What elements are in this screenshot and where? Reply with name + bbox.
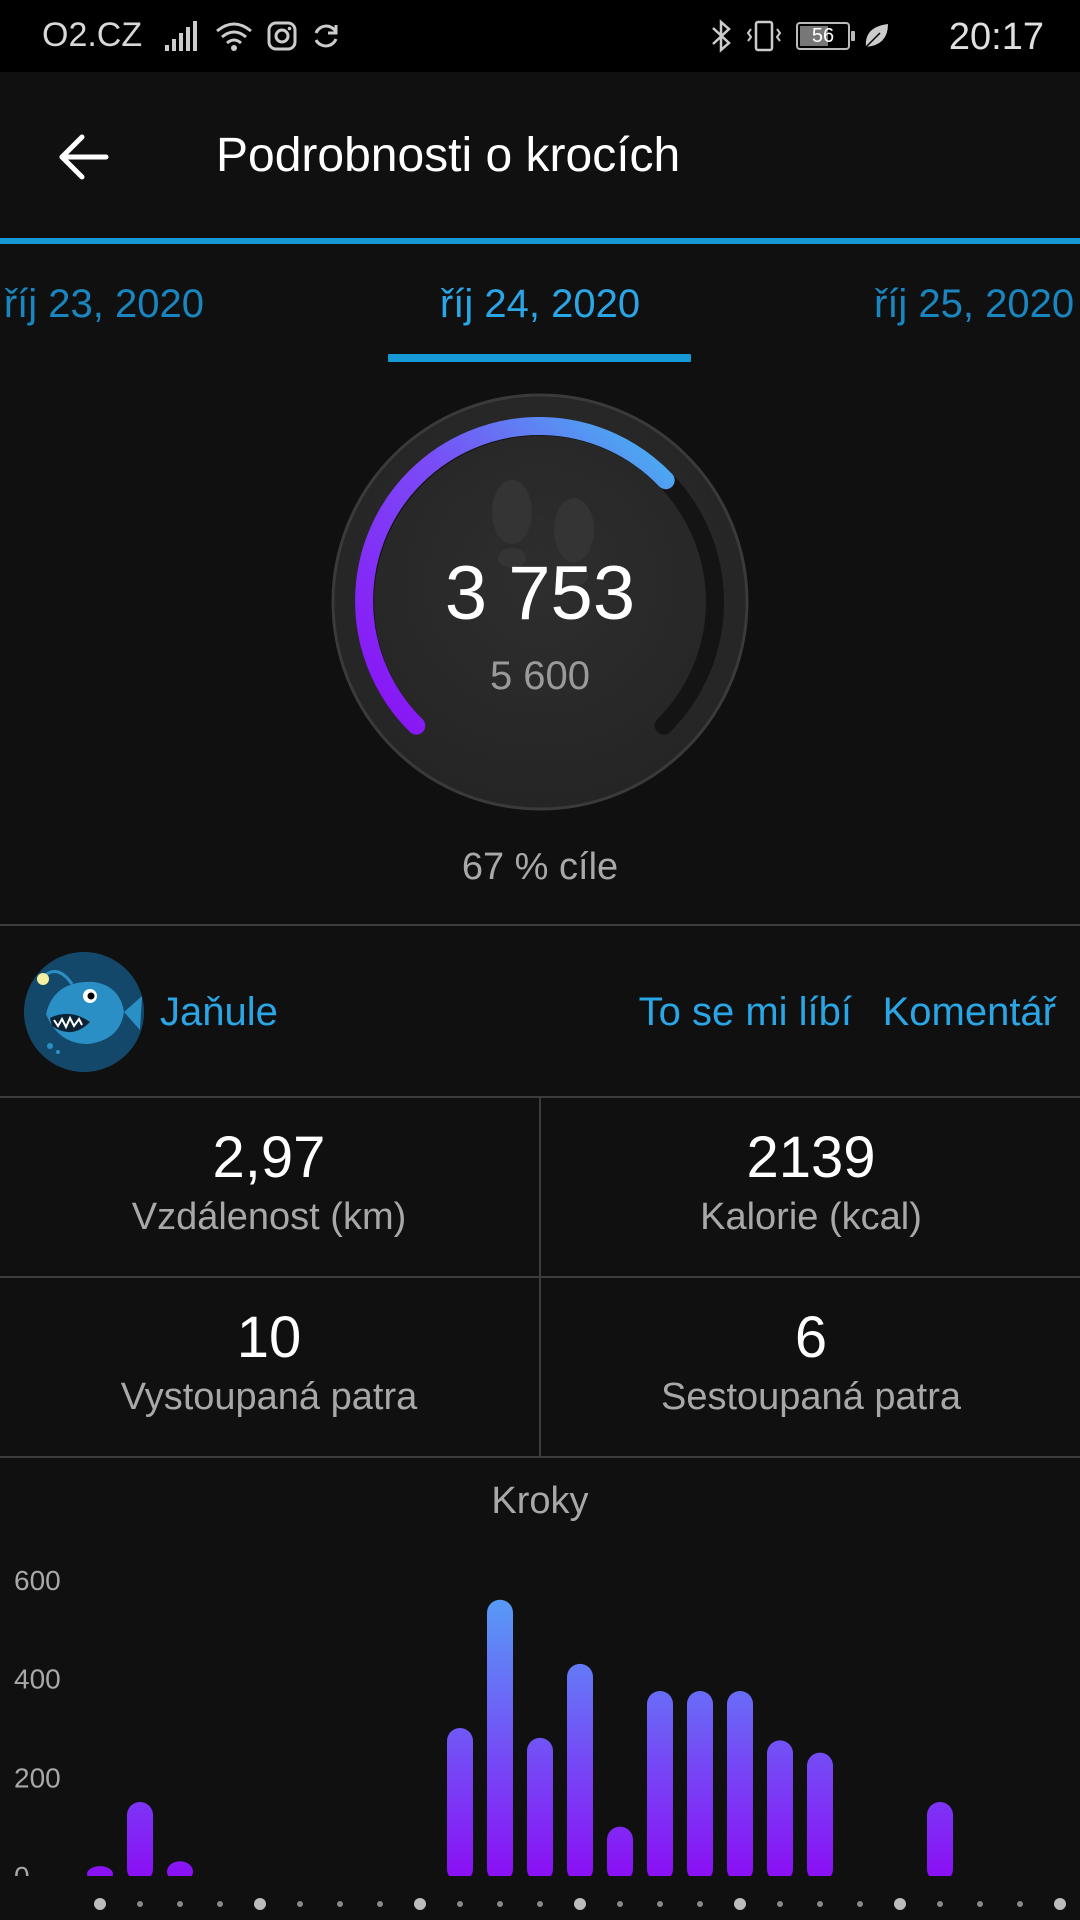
user-name-link[interactable]: Jaňule [160, 990, 278, 1035]
divider [539, 1096, 541, 1458]
bar-hour-21 [927, 1802, 953, 1882]
x-axis-tick [537, 1901, 543, 1907]
stat-label: Vzdálenost (km) [131, 1196, 407, 1238]
instagram-icon [267, 21, 297, 51]
x-axis-tick [857, 1901, 863, 1907]
like-button[interactable]: To se mi líbí [639, 990, 852, 1035]
divider [0, 1456, 1080, 1458]
battery-icon: 56 [796, 22, 855, 50]
x-axis-tick [657, 1901, 663, 1907]
y-tick-label: 600 [14, 1565, 61, 1596]
x-axis-tick [297, 1901, 303, 1907]
stat-floors-climbed: 10 Vystoupaná patra [0, 1306, 538, 1419]
x-axis-tick [137, 1901, 143, 1907]
date-tab-indicator [388, 354, 691, 362]
steps-goal: 5 600 [489, 654, 591, 698]
bar-hour-15 [687, 1691, 713, 1882]
leaf-icon [865, 24, 888, 48]
wifi-icon [216, 22, 252, 51]
bar-hour-9 [447, 1728, 473, 1882]
stat-value: 6 [794, 1305, 828, 1370]
bar-hour-1 [127, 1802, 153, 1882]
stat-floors-descended: 6 Sestoupaná patra [542, 1306, 1080, 1419]
stat-value: 2,97 [212, 1125, 326, 1190]
y-tick-label: 200 [14, 1762, 61, 1793]
bar-hour-11 [527, 1737, 553, 1882]
x-axis-tick [697, 1901, 703, 1907]
x-axis-tick [1017, 1901, 1023, 1907]
stat-value: 10 [236, 1305, 302, 1370]
x-axis-tick [337, 1901, 343, 1907]
sync-icon [314, 24, 338, 48]
avatar[interactable] [24, 952, 144, 1072]
x-axis-tick [574, 1898, 586, 1910]
bar-hour-13 [607, 1826, 633, 1882]
stat-label: Sestoupaná patra [660, 1376, 961, 1418]
bar-hour-18 [807, 1752, 833, 1882]
bluetooth-icon [712, 19, 731, 53]
clock: 20:17 [948, 16, 1044, 58]
signal-icon [165, 21, 197, 51]
app-bar: Podrobnosti o krocích [0, 72, 1080, 240]
x-axis-tick [414, 1898, 426, 1910]
anglerfish-icon [24, 952, 144, 1072]
stat-label: Kalorie (kcal) [700, 1196, 922, 1238]
comment-button[interactable]: Komentář [883, 990, 1056, 1035]
goal-percent: 67 % cíle [461, 846, 619, 888]
divider [0, 924, 1080, 926]
x-axis-tick [777, 1901, 783, 1907]
x-axis-tick [217, 1901, 223, 1907]
bar-hour-10 [487, 1599, 513, 1882]
stat-label: Vystoupaná patra [120, 1376, 418, 1418]
chart-baseline [0, 1876, 1080, 1896]
status-bar: O2.CZ 56 20:17 [0, 0, 1080, 72]
step-progress-ring: 3 753 5 600 [330, 392, 750, 812]
x-axis-tick [734, 1898, 746, 1910]
x-axis-tick [377, 1901, 383, 1907]
date-tab-next[interactable]: říj 25, 2020 [874, 282, 1074, 327]
x-axis-tick [894, 1898, 906, 1910]
stat-value: 2139 [746, 1125, 876, 1190]
y-tick-label: 400 [14, 1664, 61, 1695]
bar-hour-16 [727, 1691, 753, 1882]
x-axis-tick [497, 1901, 503, 1907]
battery-level: 56 [811, 25, 835, 47]
x-axis-tick [977, 1901, 983, 1907]
x-axis-tick [617, 1901, 623, 1907]
x-axis-tick [1054, 1898, 1066, 1910]
vibrate-icon [746, 20, 782, 52]
stat-distance: 2,97 Vzdálenost (km) [0, 1126, 538, 1239]
x-axis-tick [94, 1898, 106, 1910]
x-axis-tick [254, 1898, 266, 1910]
carrier-label: O2.CZ [42, 16, 143, 54]
back-arrow-icon[interactable] [56, 129, 112, 185]
page-title: Podrobnosti o krocích [216, 129, 681, 182]
bar-hour-14 [647, 1691, 673, 1882]
bar-hour-12 [567, 1663, 593, 1882]
steps-count: 3 753 [444, 551, 636, 636]
app-bar-divider [0, 238, 1080, 244]
x-axis-tick [937, 1901, 943, 1907]
steps-bar-chart: 6004002000 [0, 1565, 1080, 1910]
x-axis-tick [457, 1901, 463, 1907]
stat-calories: 2139 Kalorie (kcal) [542, 1126, 1080, 1239]
x-axis-tick [817, 1901, 823, 1907]
chart-title: Kroky [491, 1480, 589, 1522]
bar-hour-17 [767, 1740, 793, 1882]
x-axis-tick [177, 1901, 183, 1907]
